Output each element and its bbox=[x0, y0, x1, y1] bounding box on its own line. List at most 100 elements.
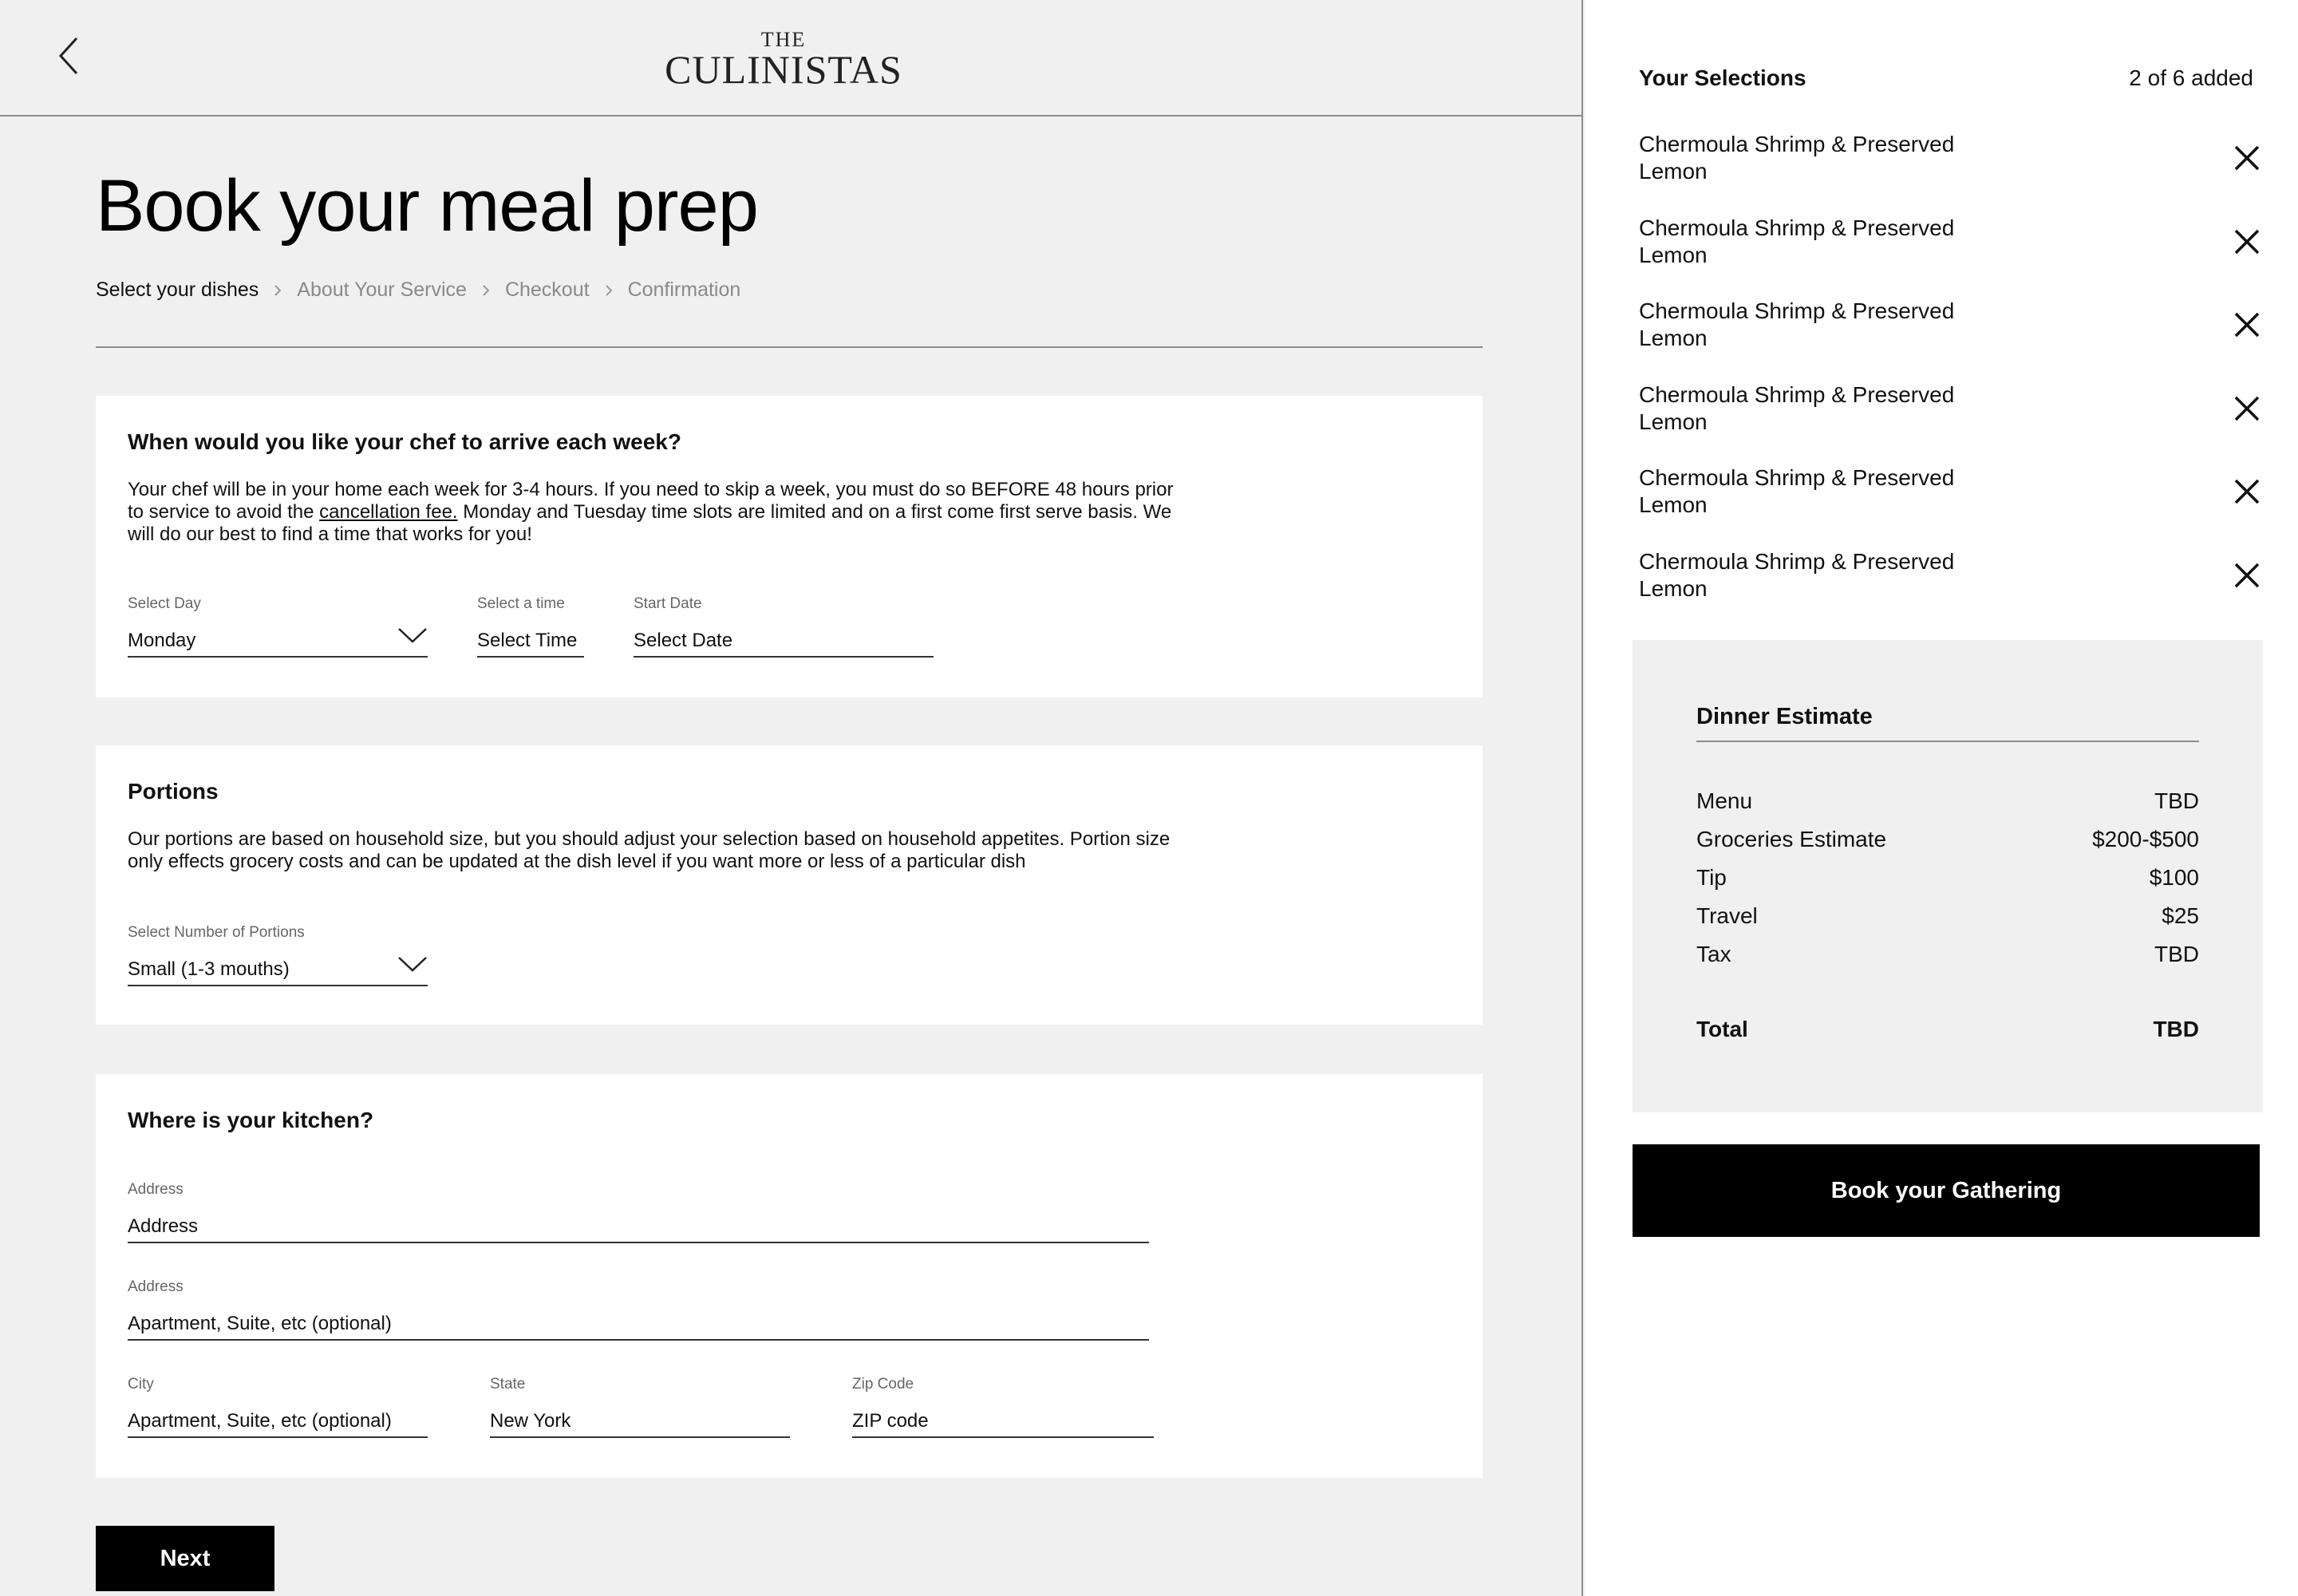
zip-field: Zip Code ZIP code bbox=[852, 1376, 1154, 1441]
chevron-down-icon bbox=[398, 957, 427, 972]
portions-title: Portions bbox=[128, 779, 219, 804]
address-line1-field: Address Address bbox=[128, 1181, 1149, 1246]
address-line1-label: Address bbox=[128, 1181, 184, 1198]
cancellation-fee-link[interactable]: cancellation fee. bbox=[319, 501, 457, 523]
state-field: State New York bbox=[490, 1376, 790, 1441]
close-icon bbox=[2234, 479, 2260, 504]
brand-logo[interactable]: THE CULINISTAS bbox=[662, 30, 905, 92]
portions-dropdown[interactable]: Small (1-3 mouths) bbox=[128, 957, 428, 986]
city-input[interactable]: Apartment, Suite, etc (optional) bbox=[128, 1409, 428, 1438]
schedule-title: When would you like your chef to arrive … bbox=[128, 429, 681, 454]
estimate-label: Menu bbox=[1696, 788, 1753, 813]
chevron-left-icon bbox=[58, 37, 78, 75]
remove-selection-button[interactable] bbox=[2233, 477, 2261, 506]
chevron-down-icon bbox=[398, 628, 427, 643]
estimate-label: Tax bbox=[1696, 942, 1731, 966]
selection-item-line1: Chermoula Shrimp & Preserved bbox=[1639, 465, 1955, 490]
select-time-input[interactable]: Select Time bbox=[477, 629, 584, 658]
estimate-total-value: TBD bbox=[2153, 1017, 2199, 1041]
start-date-label: Start Date bbox=[634, 595, 702, 612]
kitchen-card: Where is your kitchen? Address Address A… bbox=[96, 1074, 1483, 1478]
estimate-label: Travel bbox=[1696, 903, 1758, 928]
top-bar: THE CULINISTAS bbox=[0, 0, 1581, 117]
close-icon bbox=[2234, 563, 2260, 588]
estimate-value: $25 bbox=[2162, 903, 2199, 928]
estimate-row-total: Total TBD bbox=[1696, 1017, 2199, 1049]
breadcrumb-confirmation[interactable]: Confirmation bbox=[628, 279, 741, 302]
remove-selection-button[interactable] bbox=[2233, 310, 2261, 339]
estimate-label: Tip bbox=[1696, 865, 1727, 890]
portions-field: Select Number of Portions Small (1-3 mou… bbox=[128, 924, 428, 990]
book-gathering-button[interactable]: Book your Gathering bbox=[1633, 1144, 2260, 1237]
close-icon bbox=[2234, 312, 2260, 338]
selection-item-line2: Lemon bbox=[1639, 243, 1708, 267]
estimate-total-label: Total bbox=[1696, 1017, 1748, 1041]
selection-item: Chermoula Shrimp & Preserved Lemon bbox=[1639, 548, 2261, 612]
estimate-label: Groceries Estimate bbox=[1696, 827, 1887, 851]
selection-item-name: Chermoula Shrimp & Preserved Lemon bbox=[1639, 464, 2006, 519]
schedule-description: Your chef will be in your home each week… bbox=[128, 479, 1181, 546]
selection-item-line2: Lemon bbox=[1639, 492, 1708, 517]
selection-item: Chermoula Shrimp & Preserved Lemon bbox=[1639, 298, 2261, 361]
kitchen-title: Where is your kitchen? bbox=[128, 1108, 374, 1132]
estimate-row-groceries: Groceries Estimate $200-$500 bbox=[1696, 827, 2199, 859]
address-line2-input[interactable]: Apartment, Suite, etc (optional) bbox=[128, 1312, 1149, 1341]
estimate-row-tip: Tip $100 bbox=[1696, 865, 2199, 897]
estimate-value: $100 bbox=[2149, 865, 2199, 890]
schedule-card: When would you like your chef to arrive … bbox=[96, 396, 1483, 697]
selection-item-line2: Lemon bbox=[1639, 409, 1708, 434]
divider bbox=[1696, 741, 2199, 742]
selection-item-line2: Lemon bbox=[1639, 576, 1708, 601]
estimate-value: TBD bbox=[2154, 942, 2199, 966]
city-field: City Apartment, Suite, etc (optional) bbox=[128, 1376, 428, 1441]
estimate-value: TBD bbox=[2154, 788, 2199, 813]
back-button[interactable] bbox=[53, 35, 85, 77]
close-icon bbox=[2234, 145, 2260, 171]
select-day-value: Monday bbox=[128, 630, 196, 651]
selections-count: 2 of 6 added bbox=[2129, 65, 2253, 90]
booking-page: THE CULINISTAS Book your meal prep Selec… bbox=[0, 0, 2298, 1596]
remove-selection-button[interactable] bbox=[2233, 144, 2261, 172]
chevron-right-icon bbox=[259, 282, 297, 298]
breadcrumb-about-service[interactable]: About Your Service bbox=[297, 279, 467, 302]
selection-item-name: Chermoula Shrimp & Preserved Lemon bbox=[1639, 548, 2006, 602]
next-button[interactable]: Next bbox=[96, 1526, 274, 1591]
estimate-value: $200-$500 bbox=[2092, 827, 2199, 851]
breadcrumb-checkout[interactable]: Checkout bbox=[505, 279, 590, 302]
select-time-field: Select a time Select Time bbox=[477, 595, 584, 661]
selection-item-line1: Chermoula Shrimp & Preserved bbox=[1639, 132, 1955, 156]
selections-sidebar: Your Selections 2 of 6 added Chermoula S… bbox=[1585, 0, 2298, 1596]
state-input[interactable]: New York bbox=[490, 1409, 790, 1438]
selection-item-name: Chermoula Shrimp & Preserved Lemon bbox=[1639, 381, 2006, 436]
select-time-label: Select a time bbox=[477, 595, 565, 612]
selection-item-name: Chermoula Shrimp & Preserved Lemon bbox=[1639, 298, 2006, 352]
start-date-input[interactable]: Select Date bbox=[634, 629, 934, 658]
main-panel: THE CULINISTAS Book your meal prep Selec… bbox=[0, 0, 1583, 1596]
selection-item-line1: Chermoula Shrimp & Preserved bbox=[1639, 382, 1955, 407]
remove-selection-button[interactable] bbox=[2233, 561, 2261, 590]
portions-card: Portions Our portions are based on house… bbox=[96, 745, 1483, 1025]
selection-item: Chermoula Shrimp & Preserved Lemon bbox=[1639, 131, 2261, 195]
close-icon bbox=[2234, 229, 2260, 255]
remove-selection-button[interactable] bbox=[2233, 227, 2261, 256]
dinner-estimate-panel: Dinner Estimate Menu TBD Groceries Estim… bbox=[1633, 640, 2263, 1112]
address-line1-input[interactable]: Address bbox=[128, 1215, 1149, 1243]
selection-item-name: Chermoula Shrimp & Preserved Lemon bbox=[1639, 131, 2006, 185]
selection-item-line2: Lemon bbox=[1639, 159, 1708, 184]
remove-selection-button[interactable] bbox=[2233, 394, 2261, 423]
select-day-field: Select Day Monday bbox=[128, 595, 428, 661]
selection-item: Chermoula Shrimp & Preserved Lemon bbox=[1639, 215, 2261, 279]
logo-name-text: CULINISTAS bbox=[665, 47, 902, 92]
address-line2-field: Address Apartment, Suite, etc (optional) bbox=[128, 1278, 1149, 1344]
select-day-dropdown[interactable]: Monday bbox=[128, 628, 428, 658]
portions-label: Select Number of Portions bbox=[128, 924, 305, 941]
zip-input[interactable]: ZIP code bbox=[852, 1409, 1154, 1438]
selection-item: Chermoula Shrimp & Preserved Lemon bbox=[1639, 381, 2261, 445]
estimate-row-menu: Menu TBD bbox=[1696, 788, 2199, 820]
chevron-right-icon bbox=[590, 282, 628, 298]
zip-label: Zip Code bbox=[852, 1376, 914, 1393]
breadcrumb-select-dishes[interactable]: Select your dishes bbox=[96, 279, 259, 302]
portions-value: Small (1-3 mouths) bbox=[128, 958, 290, 980]
selection-item: Chermoula Shrimp & Preserved Lemon bbox=[1639, 464, 2261, 528]
close-icon bbox=[2234, 396, 2260, 421]
